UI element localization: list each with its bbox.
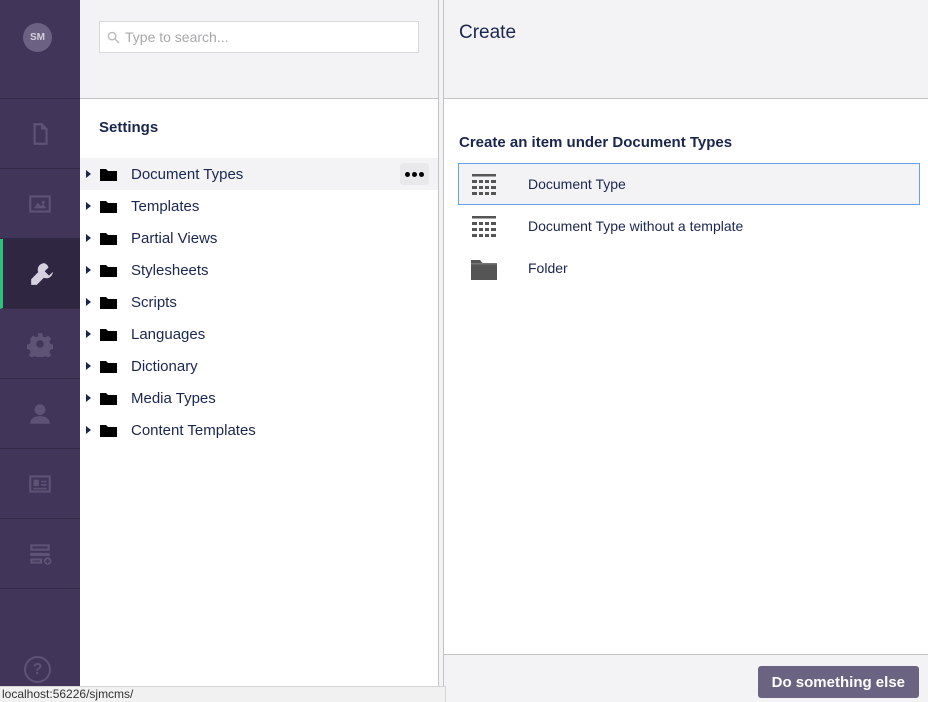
nav-media[interactable]: [0, 169, 80, 239]
wrench-icon: [30, 262, 53, 285]
option-document-type[interactable]: Document Type: [458, 163, 920, 205]
grid-icon: [472, 216, 496, 237]
expand-caret-icon[interactable]: [86, 330, 91, 338]
nav-packages[interactable]: [0, 309, 80, 379]
tree-item-stylesheets[interactable]: Stylesheets: [80, 254, 438, 286]
gear-icon: [27, 332, 53, 357]
tree-item-label: Scripts: [131, 293, 177, 311]
nav-members[interactable]: [0, 449, 80, 519]
forms-icon: [30, 543, 52, 565]
nav-content[interactable]: [0, 99, 80, 169]
tree-item-content-templates[interactable]: Content Templates: [80, 414, 438, 446]
tree-section-title: Settings: [99, 119, 159, 136]
tree-item-languages[interactable]: Languages: [80, 318, 438, 350]
tree-item-label: Templates: [131, 197, 200, 215]
folder-icon: [100, 425, 117, 437]
grid-icon: [472, 174, 496, 195]
folder-icon: [100, 265, 117, 277]
folder-icon: [100, 297, 117, 309]
create-options-list: Document Type Document Type without a te…: [458, 163, 920, 289]
folder-icon: [100, 393, 117, 405]
more-actions-button[interactable]: [400, 163, 429, 185]
tree-item-label: Media Types: [131, 389, 216, 407]
tree-panel: Settings Document Types Templates Partia…: [80, 0, 438, 702]
search-input[interactable]: [125, 22, 415, 52]
do-something-else-button[interactable]: Do something else: [757, 666, 919, 698]
footer-bar: Do something else: [444, 654, 928, 702]
tree-item-media-types[interactable]: Media Types: [80, 382, 438, 414]
folder-icon: [471, 260, 497, 280]
status-bar-url: localhost:56226/sjmcms/: [0, 686, 446, 702]
id-card-icon: [29, 474, 51, 493]
option-folder[interactable]: Folder: [458, 247, 920, 289]
tree-item-label: Partial Views: [131, 229, 218, 247]
tree-item-partial-views[interactable]: Partial Views: [80, 222, 438, 254]
tree-item-label: Content Templates: [131, 421, 256, 439]
expand-caret-icon[interactable]: [86, 394, 91, 402]
nav-empty-slot: [0, 589, 80, 659]
app-window: SM ? Sett: [0, 0, 928, 702]
settings-tree: Document Types Templates Partial Views S…: [80, 158, 438, 446]
folder-icon: [100, 233, 117, 245]
expand-caret-icon[interactable]: [86, 362, 91, 370]
expand-caret-icon[interactable]: [86, 426, 91, 434]
search-box[interactable]: [99, 21, 419, 53]
folder-icon: [100, 329, 117, 341]
create-header: Create: [444, 0, 928, 99]
tree-item-templates[interactable]: Templates: [80, 190, 438, 222]
help-button[interactable]: ?: [24, 656, 51, 683]
tree-item-label: Stylesheets: [131, 261, 209, 279]
expand-caret-icon[interactable]: [86, 266, 91, 274]
avatar-cell: SM: [0, 0, 80, 99]
option-document-type-no-template[interactable]: Document Type without a template: [458, 205, 920, 247]
expand-caret-icon[interactable]: [86, 170, 91, 178]
option-label: Document Type without a template: [528, 218, 744, 234]
option-label: Folder: [528, 260, 568, 276]
create-heading: Create an item under Document Types: [459, 134, 733, 151]
nav-forms[interactable]: [0, 519, 80, 589]
section-nav: SM ?: [0, 0, 80, 702]
image-icon: [29, 194, 51, 213]
tree-item-scripts[interactable]: Scripts: [80, 286, 438, 318]
tree-item-document-types[interactable]: Document Types: [80, 158, 438, 190]
tree-item-label: Document Types: [131, 165, 244, 183]
user-icon: [30, 403, 50, 424]
tree-header: [80, 0, 438, 99]
expand-caret-icon[interactable]: [86, 234, 91, 242]
folder-icon: [100, 169, 117, 181]
tree-item-label: Languages: [131, 325, 206, 343]
tree-item-label: Dictionary: [131, 357, 198, 375]
option-label: Document Type: [528, 176, 626, 192]
expand-caret-icon[interactable]: [86, 298, 91, 306]
tree-item-dictionary[interactable]: Dictionary: [80, 350, 438, 382]
user-avatar[interactable]: SM: [23, 23, 52, 52]
nav-settings[interactable]: [0, 239, 80, 309]
panel-title: Create: [459, 22, 517, 43]
search-icon: [107, 31, 120, 44]
create-panel: Create Create an item under Document Typ…: [444, 0, 928, 702]
folder-icon: [100, 361, 117, 373]
document-icon: [33, 122, 48, 145]
folder-icon: [100, 201, 117, 213]
nav-users[interactable]: [0, 379, 80, 449]
expand-caret-icon[interactable]: [86, 202, 91, 210]
